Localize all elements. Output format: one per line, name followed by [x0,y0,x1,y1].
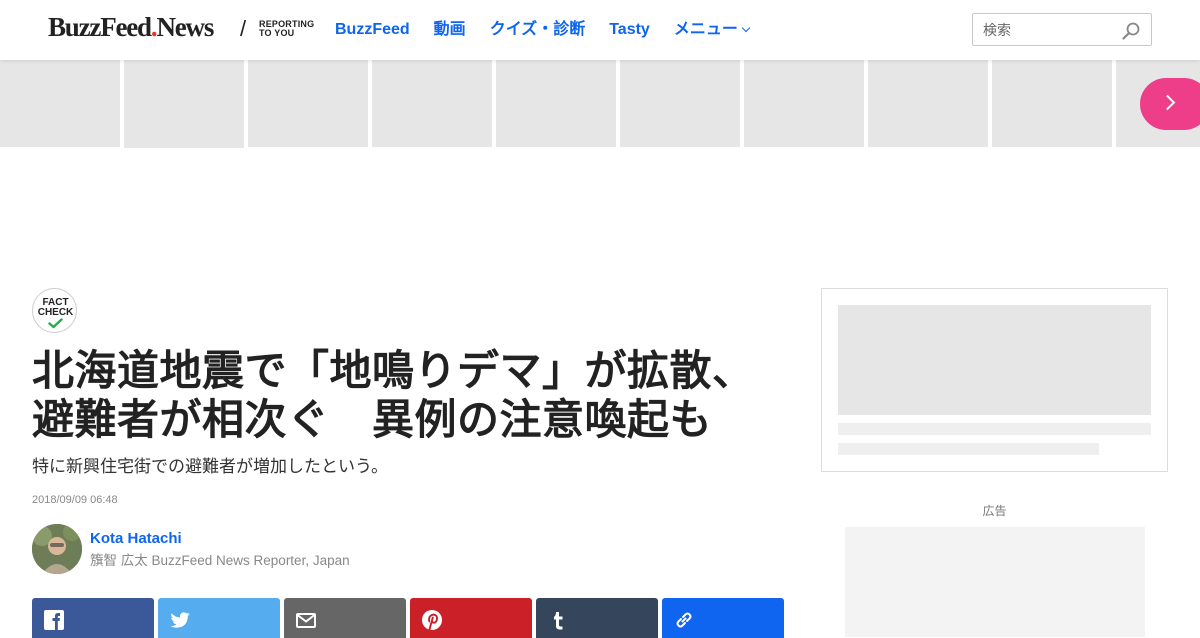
chevron-down-icon [741,23,751,33]
carousel-card[interactable] [620,60,740,147]
checkmark-icon [48,318,63,329]
logo-slash: / [240,16,247,41]
tumblr-icon [554,612,563,630]
chevron-right-icon [1159,94,1176,111]
carousel-card[interactable] [744,60,864,147]
search-box [972,13,1152,46]
link-icon [676,612,692,628]
nav-quizzes[interactable]: クイズ・診断 [490,19,586,41]
site-header: BuzzFeed.News / REPORTING TO YOU BuzzFee… [0,0,1200,60]
author-avatar[interactable] [32,524,82,574]
author-name[interactable]: Kota Hatachi [90,530,182,548]
carousel-next-button[interactable] [1140,78,1200,130]
nav-videos[interactable]: 動画 [434,19,466,41]
nav-tasty[interactable]: Tasty [609,19,650,41]
fact-check-badge: FACT CHECK [32,288,77,333]
share-email-button[interactable] [284,598,406,638]
email-icon [296,613,316,628]
sidebar-promo-text-placeholder [838,423,1151,435]
carousel-card[interactable] [248,60,368,147]
article-description: 特に新興住宅街での避難者が増加したという。 [32,457,388,476]
sidebar-promo-image [838,305,1151,415]
share-twitter-button[interactable] [158,598,280,638]
author-title: 籏智 広太 BuzzFeed News Reporter, Japan [90,553,350,568]
sidebar-promo-text-placeholder [838,443,1099,455]
carousel-card[interactable] [372,60,492,147]
author-photo [32,524,82,574]
carousel-card[interactable] [992,60,1112,147]
twitter-icon [170,612,190,628]
logo-tagline: REPORTING TO YOU [259,19,315,38]
ad-label: 広告 [982,504,1007,518]
ad-slot[interactable] [845,527,1145,637]
facebook-icon [44,610,64,630]
share-pinterest-button[interactable] [410,598,532,638]
share-copy-link-button[interactable] [662,598,784,638]
pinterest-icon [422,610,442,631]
nav-menu[interactable]: メニュー [674,19,751,41]
published-timestamp: 2018/09/09 06:48 [32,494,118,506]
trending-carousel [0,60,1200,148]
carousel-card[interactable] [0,60,120,147]
sidebar-promo-card[interactable] [821,288,1168,472]
buzzfeed-news-logo[interactable]: BuzzFeed.News [48,12,214,42]
article-title: 北海道地震で「地鳴りデマ」が拡散、 避難者が相次ぐ 異例の注意喚起も [32,347,755,443]
carousel-card[interactable] [868,60,988,147]
main-nav: BuzzFeed 動画 クイズ・診断 Tasty メニュー [335,19,751,41]
share-facebook-button[interactable] [32,598,154,638]
search-icon[interactable] [1121,21,1141,41]
search-input[interactable] [983,20,1113,40]
carousel-card[interactable] [124,60,244,148]
nav-buzzfeed[interactable]: BuzzFeed [335,19,410,41]
carousel-card[interactable] [496,60,616,147]
share-tumblr-button[interactable] [536,598,658,638]
